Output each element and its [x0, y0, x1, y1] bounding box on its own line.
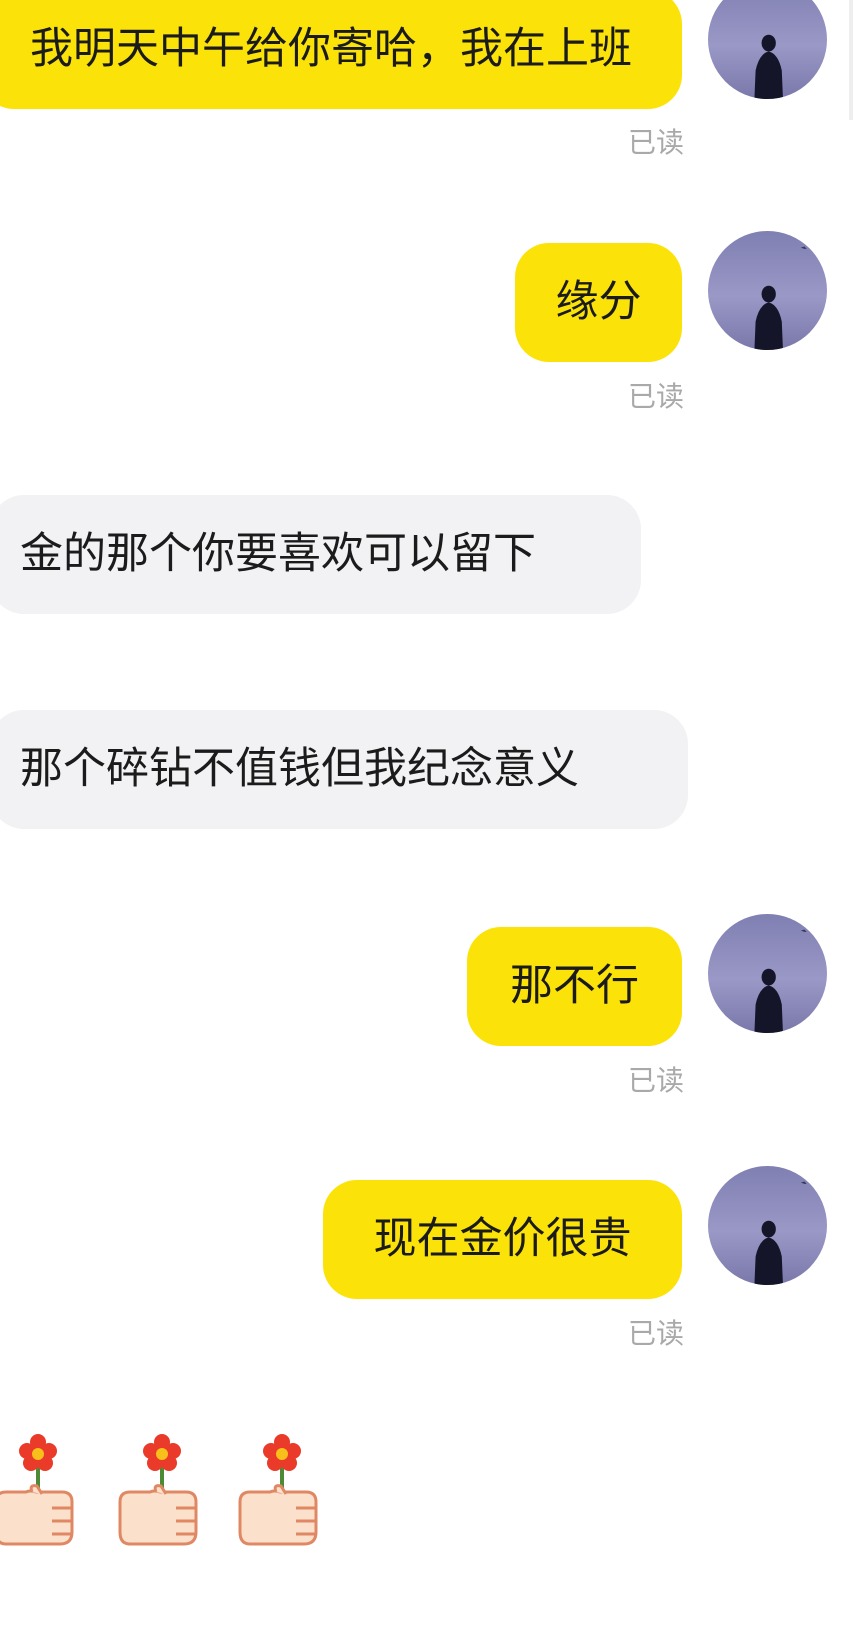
read-status: 已读	[627, 126, 684, 159]
avatar[interactable]	[708, 231, 827, 350]
avatar[interactable]	[708, 914, 827, 1033]
hand-holding-flower-icon	[236, 1432, 324, 1548]
avatar[interactable]	[708, 1166, 827, 1285]
hand-holding-flower-icon	[116, 1432, 204, 1548]
read-status: 已读	[627, 1064, 684, 1097]
sent-message-bubble[interactable]: 我明天中午给你寄哈，我在上班	[0, 0, 682, 109]
sent-message-bubble[interactable]: 那不行	[467, 927, 682, 1046]
received-message-bubble[interactable]: 那个碎钻不值钱但我纪念意义	[0, 710, 688, 829]
sent-message-bubble[interactable]: 现在金价很贵	[323, 1180, 682, 1299]
chat-thread: 我明天中午给你寄哈，我在上班 已读 缘分 已读 金的那个你要喜欢可以留下 那个碎…	[0, 0, 853, 1652]
scroll-edge	[849, 0, 853, 120]
read-status: 已读	[627, 380, 684, 413]
avatar[interactable]	[708, 0, 827, 99]
hand-holding-flower-icon	[0, 1432, 80, 1548]
sent-message-bubble[interactable]: 缘分	[515, 243, 682, 362]
read-status: 已读	[627, 1317, 684, 1350]
received-message-bubble[interactable]: 金的那个你要喜欢可以留下	[0, 495, 641, 614]
